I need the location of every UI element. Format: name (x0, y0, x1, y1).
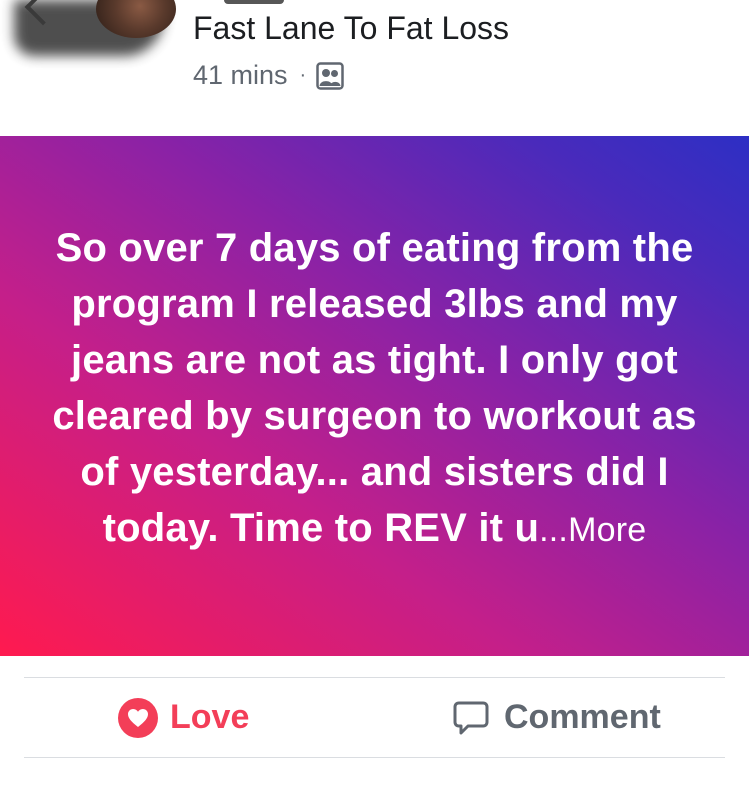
actions-divider-bottom (24, 757, 725, 758)
meta-separator: · (299, 64, 307, 86)
comment-button[interactable]: Comment (452, 678, 661, 757)
love-button[interactable]: Love (118, 678, 249, 757)
comment-label: Comment (504, 698, 661, 736)
comment-bubble-icon (453, 701, 489, 734)
status-body: So over 7 days of eating from the progra… (52, 226, 697, 550)
status-text: So over 7 days of eating from the progra… (45, 220, 705, 558)
poster-name-redacted (224, 0, 284, 4)
heart-icon (118, 697, 158, 738)
group-name[interactable]: Fast Lane To Fat Loss (193, 10, 509, 47)
love-label: Love (170, 698, 250, 736)
action-bar: Love Comment (0, 678, 749, 757)
more-link[interactable]: ...More (539, 511, 646, 549)
post-header: Fast Lane To Fat Loss 41 mins · (0, 0, 749, 136)
group-icon (316, 61, 344, 90)
post-meta: 41 mins · (193, 60, 344, 91)
status-post-background: So over 7 days of eating from the progra… (0, 136, 749, 656)
timestamp[interactable]: 41 mins (193, 60, 288, 91)
